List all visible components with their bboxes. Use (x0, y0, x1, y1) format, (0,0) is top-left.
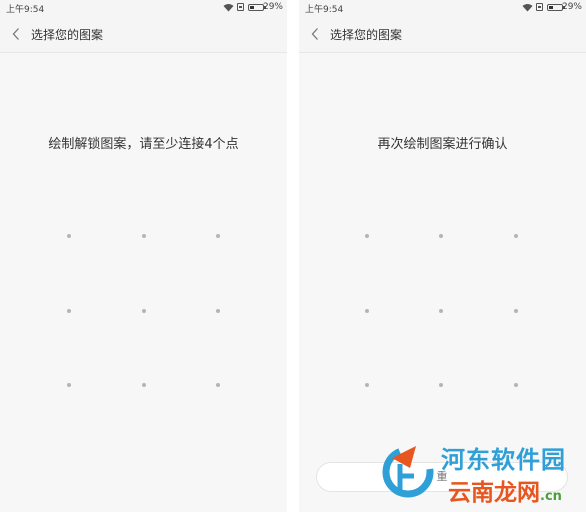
status-bar: 上午9:54 29% (0, 0, 287, 16)
pattern-dot-5[interactable] (142, 309, 146, 313)
pattern-dot-8[interactable] (439, 383, 443, 387)
back-arrow-icon[interactable] (11, 27, 21, 41)
pattern-dot-6[interactable] (216, 309, 220, 313)
back-arrow-icon[interactable] (310, 27, 320, 41)
battery-icon (248, 4, 266, 11)
watermark-subtitle-suffix: .cn (540, 489, 562, 504)
sim-icon (536, 3, 543, 11)
pattern-dot-3[interactable] (216, 234, 220, 238)
pattern-dot-7[interactable] (365, 383, 369, 387)
status-icons: 29% (213, 2, 283, 14)
pattern-dot-9[interactable] (216, 383, 220, 387)
pattern-dot-8[interactable] (142, 383, 146, 387)
watermark-title: 河东软件园 (441, 446, 566, 474)
watermark-logo-icon (382, 446, 434, 498)
battery-percent: 29% (262, 2, 283, 12)
pattern-dot-4[interactable] (365, 309, 369, 313)
pattern-dot-6[interactable] (514, 309, 518, 313)
page-title: 选择您的图案 (31, 28, 104, 42)
pattern-prompt: 绘制解锁图案，请至少连接4个点 (48, 137, 239, 152)
pattern-dot-3[interactable] (514, 234, 518, 238)
status-bar: 上午9:54 29% (299, 0, 586, 16)
battery-icon (547, 4, 565, 11)
pattern-dot-1[interactable] (365, 234, 369, 238)
wifi-icon (223, 4, 234, 12)
title-bar: 选择您的图案 (299, 16, 586, 53)
phone-screen-left: 上午9:54 29% 选择您的图案 绘制解锁图案，请至少连接4个点 (0, 0, 287, 512)
site-watermark: 河东软件园 云南龙网.cn (378, 436, 586, 512)
status-time: 上午9:54 (305, 5, 344, 15)
pattern-dot-9[interactable] (514, 383, 518, 387)
title-bar: 选择您的图案 (0, 16, 287, 53)
pattern-dot-4[interactable] (67, 309, 71, 313)
wifi-icon (522, 4, 533, 12)
sim-icon (237, 3, 244, 11)
pattern-dot-5[interactable] (439, 309, 443, 313)
status-icons: 29% (512, 2, 582, 14)
pattern-dot-2[interactable] (142, 234, 146, 238)
pattern-dot-1[interactable] (67, 234, 71, 238)
pattern-prompt: 再次绘制图案进行确认 (377, 137, 508, 152)
watermark-subtitle: 云南龙网.cn (448, 473, 562, 507)
battery-percent: 29% (561, 2, 582, 12)
pattern-dot-2[interactable] (439, 234, 443, 238)
pattern-dot-7[interactable] (67, 383, 71, 387)
watermark-subtitle-main: 云南龙网 (448, 480, 540, 506)
status-time: 上午9:54 (6, 5, 45, 15)
page-title: 选择您的图案 (330, 28, 403, 42)
